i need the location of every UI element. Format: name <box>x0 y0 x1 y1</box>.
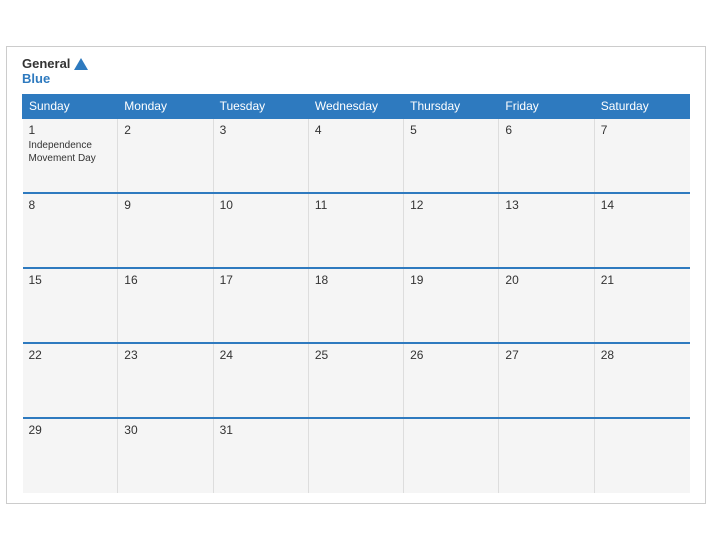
day-number: 22 <box>29 348 112 362</box>
day-number: 23 <box>124 348 206 362</box>
weekday-header-saturday: Saturday <box>594 94 689 118</box>
day-number: 8 <box>29 198 112 212</box>
day-number: 27 <box>505 348 587 362</box>
weekday-header-sunday: Sunday <box>23 94 118 118</box>
calendar-cell: 3 <box>213 118 308 193</box>
calendar-cell: 24 <box>213 343 308 418</box>
day-number: 14 <box>601 198 684 212</box>
day-number: 19 <box>410 273 492 287</box>
logo-triangle-icon <box>74 58 88 70</box>
week-row-5: 29 30 31 <box>23 418 690 493</box>
calendar-cell: 19 <box>404 268 499 343</box>
calendar-cell <box>404 418 499 493</box>
calendar-cell: 20 <box>499 268 594 343</box>
calendar-cell: 8 <box>23 193 118 268</box>
day-number: 18 <box>315 273 397 287</box>
calendar-cell: 12 <box>404 193 499 268</box>
day-number: 20 <box>505 273 587 287</box>
calendar-cell: 18 <box>308 268 403 343</box>
calendar-cell: 7 <box>594 118 689 193</box>
calendar-cell: 11 <box>308 193 403 268</box>
day-number: 30 <box>124 423 206 437</box>
calendar-cell: 9 <box>118 193 213 268</box>
calendar-cell <box>308 418 403 493</box>
calendar-cell: 17 <box>213 268 308 343</box>
calendar-table: SundayMondayTuesdayWednesdayThursdayFrid… <box>22 94 690 493</box>
day-number: 10 <box>220 198 302 212</box>
week-row-1: 1 Independence Movement Day 234567 <box>23 118 690 193</box>
calendar-cell <box>499 418 594 493</box>
weekday-header-friday: Friday <box>499 94 594 118</box>
calendar-cell <box>594 418 689 493</box>
day-number: 25 <box>315 348 397 362</box>
calendar-cell: 5 <box>404 118 499 193</box>
logo-blue-text: Blue <box>22 72 50 86</box>
day-number: 2 <box>124 123 206 137</box>
calendar-cell: 23 <box>118 343 213 418</box>
calendar-cell: 1 Independence Movement Day <box>23 118 118 193</box>
day-number: 12 <box>410 198 492 212</box>
logo: General Blue <box>22 57 88 86</box>
day-number: 31 <box>220 423 302 437</box>
day-number: 6 <box>505 123 587 137</box>
calendar-cell: 28 <box>594 343 689 418</box>
weekday-header-tuesday: Tuesday <box>213 94 308 118</box>
calendar-cell: 13 <box>499 193 594 268</box>
day-number: 4 <box>315 123 397 137</box>
day-number: 15 <box>29 273 112 287</box>
calendar-cell: 16 <box>118 268 213 343</box>
calendar-cell: 26 <box>404 343 499 418</box>
calendar-cell: 14 <box>594 193 689 268</box>
calendar-header: General Blue <box>22 57 690 86</box>
calendar-cell: 2 <box>118 118 213 193</box>
calendar-cell: 31 <box>213 418 308 493</box>
day-number: 17 <box>220 273 302 287</box>
day-number: 16 <box>124 273 206 287</box>
day-number: 9 <box>124 198 206 212</box>
holiday-label: Independence Movement Day <box>29 139 112 165</box>
week-row-4: 22 23 24 25 26 27 28 <box>23 343 690 418</box>
calendar-cell: 15 <box>23 268 118 343</box>
calendar-cell: 25 <box>308 343 403 418</box>
calendar-cell: 10 <box>213 193 308 268</box>
day-number: 5 <box>410 123 492 137</box>
day-number: 29 <box>29 423 112 437</box>
day-number: 7 <box>601 123 684 137</box>
weekday-header-row: SundayMondayTuesdayWednesdayThursdayFrid… <box>23 94 690 118</box>
calendar-cell: 4 <box>308 118 403 193</box>
calendar-cell: 22 <box>23 343 118 418</box>
calendar-cell: 29 <box>23 418 118 493</box>
day-number: 11 <box>315 198 397 212</box>
weekday-header-wednesday: Wednesday <box>308 94 403 118</box>
calendar-cell: 27 <box>499 343 594 418</box>
week-row-2: 89 10 11 12 13 14 <box>23 193 690 268</box>
day-number: 21 <box>601 273 684 287</box>
day-number: 3 <box>220 123 302 137</box>
calendar-container: General Blue SundayMondayTuesdayWednesda… <box>6 46 706 504</box>
day-number: 28 <box>601 348 684 362</box>
weekday-header-monday: Monday <box>118 94 213 118</box>
day-number: 26 <box>410 348 492 362</box>
weekday-header-thursday: Thursday <box>404 94 499 118</box>
day-number: 1 <box>29 123 112 137</box>
calendar-cell: 21 <box>594 268 689 343</box>
day-number: 13 <box>505 198 587 212</box>
calendar-cell: 6 <box>499 118 594 193</box>
day-number: 24 <box>220 348 302 362</box>
calendar-cell: 30 <box>118 418 213 493</box>
logo-general-text: General <box>22 57 70 71</box>
week-row-3: 15 16 17 18 19 20 21 <box>23 268 690 343</box>
